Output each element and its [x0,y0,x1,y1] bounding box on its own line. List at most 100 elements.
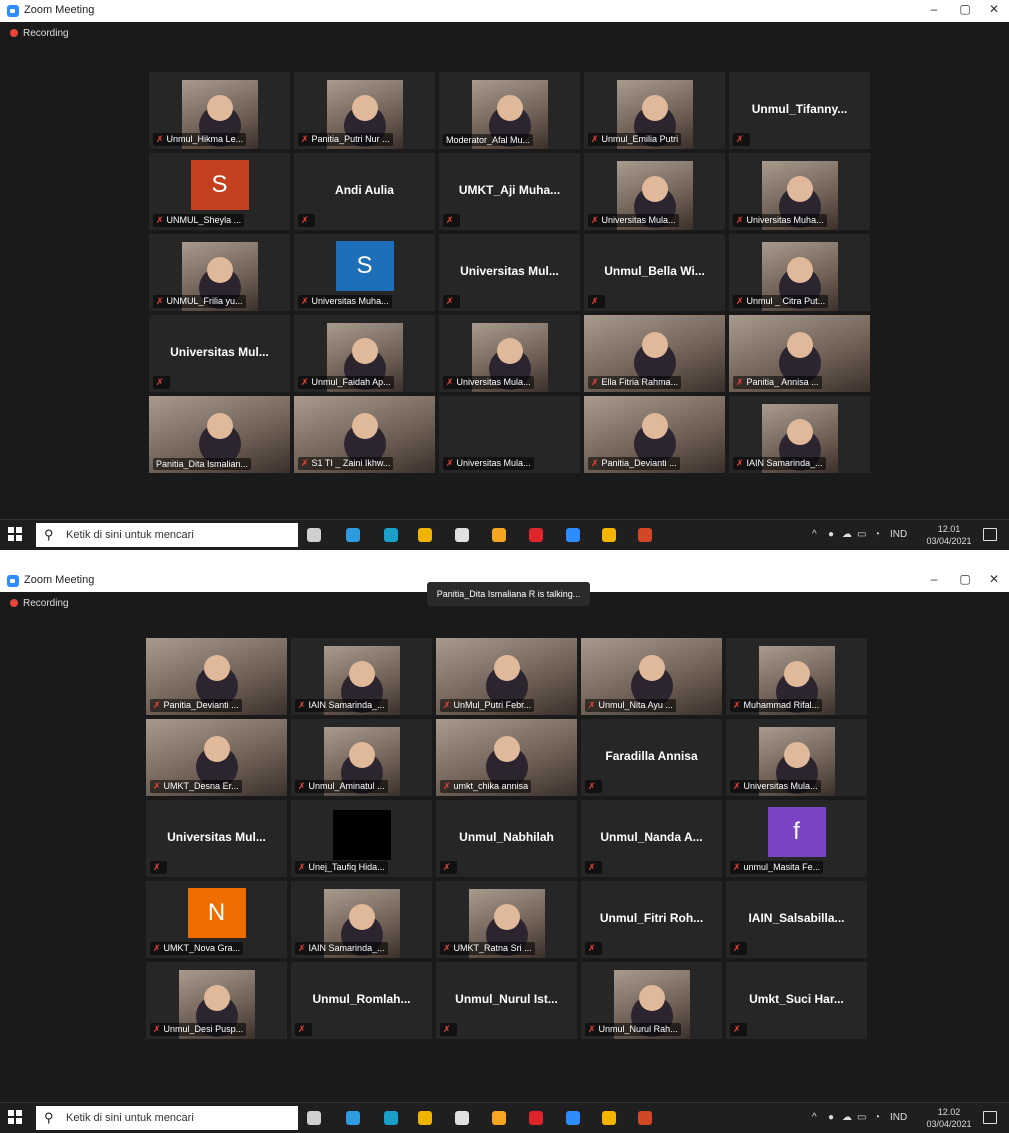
participant-tile[interactable]: ✗ Muhammad Rifal... [726,638,867,715]
participant-tile[interactable]: ✗ Unmul _ Citra Put... [729,234,870,311]
participant-tile[interactable]: ✗ Unmul_Nurul Rah... [581,962,722,1039]
minimize-button[interactable]: – [922,572,946,586]
participant-tile[interactable]: ✗ Universitas Muha... [729,153,870,230]
edge-icon[interactable] [384,1111,398,1125]
participant-tile[interactable]: Unmul_Nanda A... ✗ [581,800,722,877]
participant-tile[interactable]: Unmul_Romlah... ✗ [291,962,432,1039]
windows-start-icon[interactable] [8,527,22,541]
participant-tile[interactable]: Unmul_Bella Wi... ✗ [584,234,725,311]
restore-button[interactable]: ▢ [953,2,977,16]
participant-tile[interactable]: ✗ Unmul_Aminatul ... [291,719,432,796]
notification-icon[interactable] [983,528,997,541]
tray-chevron-icon[interactable]: ^ [812,529,817,540]
paint-icon[interactable] [492,528,506,542]
participant-tile[interactable]: Unmul_Nabhilah ✗ [436,800,577,877]
powerpoint-icon[interactable] [638,528,652,542]
participant-tile[interactable]: ✗ Universitas Mula... [584,153,725,230]
task-view-icon[interactable] [307,1111,321,1125]
participant-tile[interactable]: Unmul_Tifanny... ✗ [729,72,870,149]
participant-tile[interactable]: ✗ IAIN Samarinda_... [291,638,432,715]
chrome-icon[interactable] [602,528,616,542]
task-view-icon[interactable] [307,528,321,542]
tray-cloud-icon[interactable]: ☁ [842,1112,852,1123]
notification-icon[interactable] [983,1111,997,1124]
participant-tile[interactable]: f ✗ unmul_Masita Fe... [726,800,867,877]
participant-name-label: ✗ [730,1023,747,1036]
tray-zoom-icon[interactable]: ● [828,1112,834,1123]
participant-tile[interactable]: ✗ Panitia_Devianti ... [146,638,287,715]
participant-tile[interactable]: ✗ Universitas Mula... [439,396,580,473]
participant-tile[interactable]: S ✗ UNMUL_Sheyla ... [149,153,290,230]
participant-tile[interactable]: ✗ IAIN Samarinda_... [291,881,432,958]
tray-chevron-icon[interactable]: ^ [812,1112,817,1123]
paint-icon[interactable] [492,1111,506,1125]
store-icon[interactable] [455,1111,469,1125]
tray-language[interactable]: IND [890,529,907,540]
participant-tile[interactable]: S ✗ Universitas Muha... [294,234,435,311]
participant-tile[interactable]: ✗ Unmul_Desi Pusp... [146,962,287,1039]
zoom-icon[interactable] [566,1111,580,1125]
participant-tile[interactable]: Faradilla Annisa ✗ [581,719,722,796]
participant-tile[interactable]: Unmul_Nurul Ist... ✗ [436,962,577,1039]
close-button[interactable]: ✕ [982,2,1006,16]
tray-battery-icon[interactable]: ▭ [857,1112,866,1123]
file-explorer-icon[interactable] [418,528,432,542]
tray-cloud-icon[interactable]: ☁ [842,529,852,540]
restore-button[interactable]: ▢ [953,572,977,586]
participant-name-label: ✗ [733,133,750,146]
participant-tile[interactable]: IAIN_Salsabilla... ✗ [726,881,867,958]
participant-tile[interactable]: ✗ Panitia_Devianti ... [584,396,725,473]
participant-tile[interactable]: Panitia_Dita Ismalian... [149,396,290,473]
participant-tile[interactable]: ✗ UNMUL_Frilia yu... [149,234,290,311]
participant-tile[interactable]: ✗ IAIN Samarinda_... [729,396,870,473]
chrome-icon[interactable] [602,1111,616,1125]
participant-tile[interactable]: ✗ Unmul_Nita Ayu ... [581,638,722,715]
participant-tile[interactable]: ✗ Universitas Mula... [439,315,580,392]
participant-tile[interactable]: Universitas Mul... ✗ [146,800,287,877]
participant-tile[interactable]: Umkt_Suci Har... ✗ [726,962,867,1039]
participant-tile[interactable]: ✗ UnMul_Putri Febr... [436,638,577,715]
recording-indicator: Recording [10,28,69,39]
tray-battery-icon[interactable]: ▭ [857,529,866,540]
participant-tile[interactable]: ✗ Unmul_Emilia Putri [584,72,725,149]
participant-tile[interactable]: N ✗ UMKT_Nova Gra... [146,881,287,958]
participant-tile[interactable]: Moderator_Afal Mu... [439,72,580,149]
minimize-button[interactable]: – [922,2,946,16]
powerpoint-icon[interactable] [638,1111,652,1125]
tray-language[interactable]: IND [890,1112,907,1123]
participant-tile[interactable]: ✗ Ella Fitria Rahma... [584,315,725,392]
tray-wifi-icon[interactable]: ◔ [874,1112,880,1123]
participant-tile[interactable]: Andi Aulia ✗ [294,153,435,230]
participant-tile[interactable]: ✗ Unmul_Hikma Le... [149,72,290,149]
participant-tile[interactable]: ✗ UMKT_Desna Er... [146,719,287,796]
participant-tile[interactable]: ✗ Unej_Taufiq Hida... [291,800,432,877]
store-icon[interactable] [455,528,469,542]
taskbar-search-box[interactable]: ⚲ Ketik di sini untuk mencari [36,523,298,547]
participant-name: Panitia_Dita Ismalian... [156,459,249,469]
participant-tile[interactable]: UMKT_Aji Muha... ✗ [439,153,580,230]
participant-tile[interactable]: ✗ Unmul_Faidah Ap... [294,315,435,392]
mail-icon[interactable] [346,1111,360,1125]
participant-tile[interactable]: ✗ Panitia_Putri Nur ... [294,72,435,149]
participant-tile[interactable]: ✗ S1 TI _ Zaini Ikhw... [294,396,435,473]
opera-icon[interactable] [529,528,543,542]
participant-tile[interactable]: ✗ umkt_chika annisa [436,719,577,796]
participant-tile[interactable]: Universitas Mul... ✗ [439,234,580,311]
windows-start-icon[interactable] [8,1110,22,1124]
taskbar-search-box[interactable]: ⚲ Ketik di sini untuk mencari [36,1106,298,1130]
participant-tile[interactable]: ✗ Universitas Mula... [726,719,867,796]
close-button[interactable]: ✕ [982,572,1006,586]
opera-icon[interactable] [529,1111,543,1125]
taskbar-clock[interactable]: 12.01 03/04/2021 [923,523,975,547]
tray-wifi-icon[interactable]: ◔ [874,529,880,540]
file-explorer-icon[interactable] [418,1111,432,1125]
participant-tile[interactable]: Unmul_Fitri Roh... ✗ [581,881,722,958]
participant-tile[interactable]: Universitas Mul... ✗ [149,315,290,392]
tray-zoom-icon[interactable]: ● [828,529,834,540]
zoom-icon[interactable] [566,528,580,542]
edge-icon[interactable] [384,528,398,542]
taskbar-clock[interactable]: 12.02 03/04/2021 [923,1106,975,1130]
mail-icon[interactable] [346,528,360,542]
participant-tile[interactable]: ✗ Panitia_ Annisa ... [729,315,870,392]
participant-tile[interactable]: ✗ UMKT_Ratna Sri ... [436,881,577,958]
